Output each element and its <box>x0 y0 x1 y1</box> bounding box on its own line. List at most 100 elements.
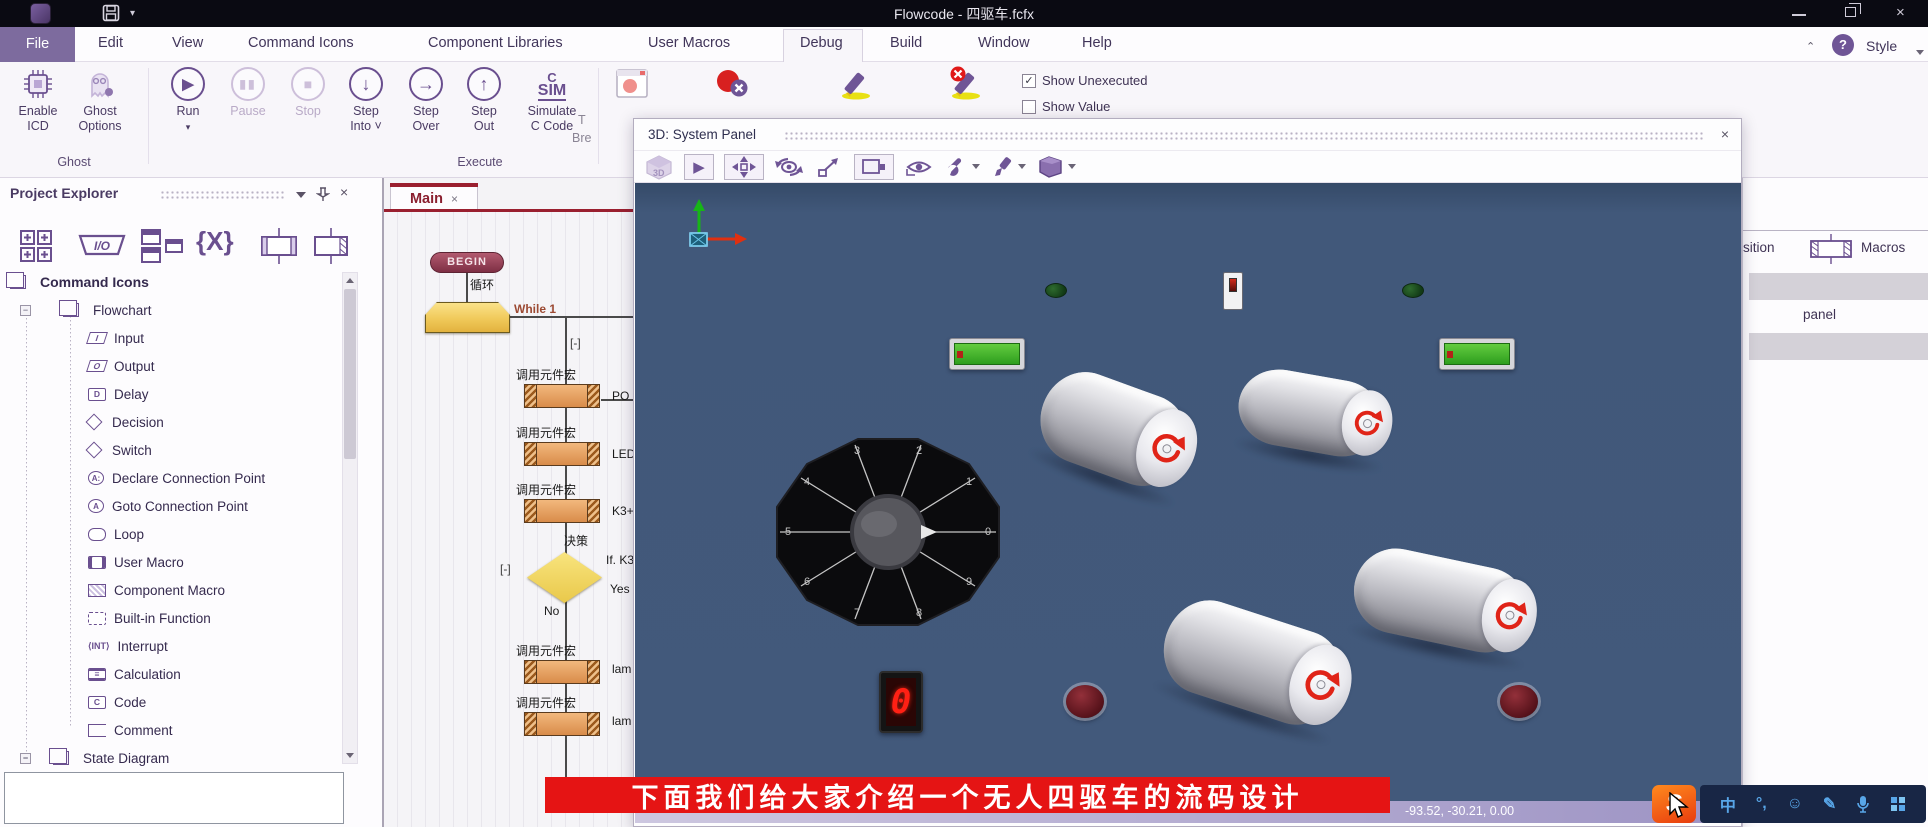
menu-build[interactable]: Build <box>890 35 922 51</box>
tree-group-flowchart[interactable]: − Flowchart <box>20 300 152 320</box>
scroll-down-icon[interactable] <box>346 753 354 758</box>
tree-item-output[interactable]: OOutput <box>88 356 155 376</box>
menu-debug[interactable]: Debug <box>800 35 843 51</box>
tree-item-declare-connection-point[interactable]: A:Declare Connection Point <box>88 468 265 488</box>
user-macro-icon[interactable] <box>256 228 302 264</box>
component-macro-icon[interactable] <box>312 228 350 264</box>
step-into-button[interactable]: ↓ StepInto ˅ <box>334 64 398 134</box>
flow-component-macro-4[interactable] <box>524 660 600 684</box>
tree-item-interrupt[interactable]: ⟨INT⟩Interrupt <box>88 636 168 656</box>
collapse-box-icon[interactable]: − <box>20 305 31 316</box>
flow-decision[interactable] <box>527 552 602 603</box>
style-dropdown-icon[interactable] <box>1916 44 1924 62</box>
motor-rear-right[interactable] <box>1346 541 1535 661</box>
3d-viewport[interactable]: 0 1 2 3 4 5 6 7 8 9 0 <box>635 183 1741 801</box>
green-led[interactable] <box>1402 283 1424 298</box>
viewport-button[interactable] <box>854 154 894 180</box>
menu-component-libraries[interactable]: Component Libraries <box>428 35 563 51</box>
pan-button[interactable] <box>724 154 764 180</box>
pause-button[interactable]: ▮▮ Pause <box>216 64 280 119</box>
motor-front-right[interactable] <box>1233 363 1389 463</box>
tree-item-input[interactable]: IInput <box>88 328 144 348</box>
flow-component-macro-5[interactable] <box>524 712 600 736</box>
3d-panel-titlebar[interactable]: 3D: System Panel × <box>634 119 1741 151</box>
table-row[interactable] <box>1749 333 1928 360</box>
tree-item-component-macro[interactable]: Component Macro <box>88 580 225 600</box>
visibility-eye-icon[interactable] <box>904 154 934 180</box>
braces-x-icon[interactable]: {X} <box>196 226 234 257</box>
seven-segment-display[interactable]: 0 <box>879 671 923 733</box>
macros-icon[interactable] <box>1805 234 1857 264</box>
select-cursor-button[interactable]: ▶ <box>684 154 714 180</box>
paint-brush-button[interactable] <box>990 154 1026 180</box>
push-button[interactable] <box>1500 685 1538 718</box>
tree-item-goto-connection-point[interactable]: AGoto Connection Point <box>88 496 248 516</box>
motor-front-left[interactable] <box>1028 360 1200 498</box>
resize-button[interactable] <box>814 154 844 180</box>
reset-code-button[interactable] <box>934 64 998 104</box>
tree-item-user-macro[interactable]: User Macro <box>88 552 184 572</box>
collapse-marker[interactable]: [-] <box>500 562 511 576</box>
ime-language-icon[interactable]: 中 <box>1720 792 1736 816</box>
ime-toolbox-icon[interactable] <box>1890 796 1906 812</box>
panel-close-icon[interactable]: × <box>340 184 348 200</box>
menu-command-icons[interactable]: Command Icons <box>248 35 354 51</box>
table-row[interactable] <box>1749 273 1928 300</box>
tab-close-icon[interactable]: × <box>451 192 458 206</box>
stop-button[interactable]: ■ Stop <box>276 64 340 119</box>
show-unexecuted-checkbox[interactable]: ✓ Show Unexecuted <box>1022 73 1148 88</box>
minimize-button[interactable] <box>1792 14 1806 16</box>
show-value-checkbox[interactable]: Show Value <box>1022 99 1110 114</box>
flow-component-macro-3[interactable] <box>524 499 600 523</box>
tree-item-code[interactable]: CCode <box>88 692 146 712</box>
menu-help[interactable]: Help <box>1082 35 1112 51</box>
push-button[interactable] <box>1066 685 1104 718</box>
style-button[interactable]: Style <box>1866 38 1897 54</box>
panel-dropdown-icon[interactable] <box>296 192 306 198</box>
tree-item-comment[interactable]: Comment <box>88 720 173 740</box>
show-code-button[interactable] <box>826 64 890 104</box>
3d-mode-icon[interactable]: 3D <box>644 154 674 180</box>
menu-edit[interactable]: Edit <box>98 35 123 51</box>
menu-file[interactable]: File <box>0 27 75 62</box>
run-button[interactable]: ▶ Run▾ <box>156 64 220 135</box>
tree-item-decision[interactable]: Decision <box>88 412 164 432</box>
ime-emoji-icon[interactable]: ☺ <box>1787 795 1803 813</box>
pin-icon[interactable] <box>316 186 330 202</box>
ime-punctuation-icon[interactable]: °, <box>1756 795 1767 813</box>
ghost-options-button[interactable]: GhostOptions <box>68 64 132 134</box>
help-icon[interactable]: ? <box>1832 34 1854 56</box>
ime-pen-icon[interactable]: ✎ <box>1823 794 1836 814</box>
panel-drag-handle[interactable] <box>160 190 285 199</box>
io-icon[interactable]: I/O <box>76 228 128 262</box>
menu-view[interactable]: View <box>172 35 203 51</box>
grid-add-icon[interactable] <box>18 228 64 262</box>
3d-panel-close-icon[interactable]: × <box>1721 126 1729 142</box>
collapse-box-icon[interactable]: − <box>20 753 31 764</box>
toggle-breakpoint-button[interactable] <box>600 64 664 104</box>
scrollbar-thumb[interactable] <box>344 289 356 459</box>
rotary-switch[interactable]: 0 1 2 3 4 5 6 7 8 9 <box>771 434 1005 631</box>
collapse-marker[interactable]: [-] <box>570 336 581 350</box>
step-over-button[interactable]: → StepOver <box>394 64 458 134</box>
step-out-button[interactable]: ↑ StepOut <box>452 64 516 134</box>
menu-window[interactable]: Window <box>978 35 1030 51</box>
scroll-up-icon[interactable] <box>346 278 354 283</box>
tree-item-calculation[interactable]: ≡Calculation <box>88 664 181 684</box>
flow-component-macro-1[interactable] <box>524 384 600 408</box>
led-bar[interactable] <box>1439 338 1515 370</box>
clear-all-breakpoints-button[interactable] <box>700 64 764 104</box>
sensor-component[interactable] <box>1223 272 1243 310</box>
orbit-button[interactable] <box>774 154 804 180</box>
tree-root-command-icons[interactable]: Command Icons <box>10 272 149 292</box>
close-button[interactable]: × <box>1896 4 1905 21</box>
flow-component-macro-2[interactable] <box>524 442 600 466</box>
menu-user-macros[interactable]: User Macros <box>648 35 730 51</box>
collapse-ribbon-icon[interactable]: ⌃ <box>1806 40 1815 53</box>
flow-loop-shape[interactable] <box>425 302 510 333</box>
windows-icon[interactable] <box>138 228 186 264</box>
explorer-scrollbar[interactable] <box>342 272 358 764</box>
motor-rear-left[interactable] <box>1152 589 1354 736</box>
tree-item-loop[interactable]: Loop <box>88 524 144 544</box>
tree-item-switch[interactable]: Switch <box>88 440 152 460</box>
